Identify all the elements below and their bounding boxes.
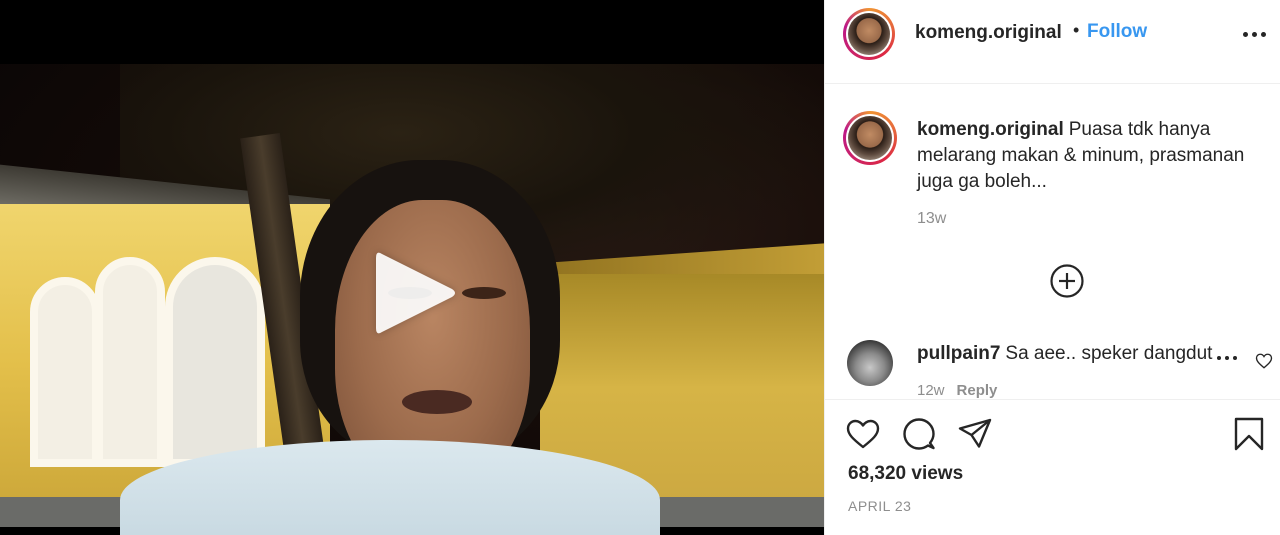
comment-options-icon[interactable]	[1217, 353, 1241, 363]
play-icon	[376, 252, 455, 334]
view-count[interactable]: 68,320 views	[848, 463, 963, 485]
commenter-avatar[interactable]	[847, 340, 893, 386]
header-username[interactable]: komeng.original	[915, 22, 1062, 44]
arch	[95, 257, 165, 467]
post-date[interactable]: APRIL 23	[848, 498, 911, 514]
like-button[interactable]	[845, 416, 881, 452]
avatar-border	[846, 114, 894, 162]
caption-username[interactable]: komeng.original	[917, 119, 1064, 140]
follow-button[interactable]: Follow	[1087, 21, 1147, 43]
share-button[interactable]	[957, 416, 993, 452]
paper-plane-icon	[958, 418, 992, 448]
person-eye	[462, 287, 506, 299]
play-button[interactable]	[370, 246, 460, 340]
comment-bubble-icon	[903, 418, 935, 450]
caption-timestamp[interactable]: 13w	[917, 210, 946, 228]
video-player[interactable]	[0, 0, 824, 535]
avatar[interactable]	[843, 8, 895, 60]
more-options-icon[interactable]	[1242, 24, 1268, 44]
post-sidebar: komeng.original • Follow komeng.original…	[824, 0, 1280, 535]
person-mouth	[402, 390, 472, 414]
action-bar	[825, 412, 1280, 458]
load-more-comments-button[interactable]	[1049, 263, 1085, 299]
heart-icon	[846, 419, 880, 449]
post-header: komeng.original • Follow	[825, 0, 1280, 84]
comments-section[interactable]: komeng.original Puasa tdk hanya melarang …	[825, 85, 1280, 400]
caption-avatar[interactable]	[843, 111, 897, 165]
comment-username[interactable]: pullpain7	[917, 343, 1000, 364]
comment-meta: 12w Reply	[917, 382, 997, 399]
reply-button[interactable]: Reply	[957, 382, 998, 399]
comment: pullpain7 Sa aee.. speker dangdut	[917, 343, 1225, 365]
bookmark-icon	[1234, 417, 1264, 451]
comment-like-icon[interactable]	[1255, 352, 1273, 370]
comment-timestamp[interactable]: 12w	[917, 382, 945, 399]
avatar-image	[848, 13, 890, 55]
arch	[165, 257, 265, 467]
comment-button[interactable]	[901, 416, 937, 452]
comment-body: Sa aee.. speker dangdut	[1005, 343, 1213, 364]
add-circle-icon	[1050, 264, 1084, 298]
caption: komeng.original Puasa tdk hanya melarang …	[917, 117, 1267, 195]
avatar-border	[846, 11, 892, 57]
avatar-image	[848, 116, 892, 160]
arch	[30, 277, 100, 467]
separator-dot: •	[1073, 20, 1080, 40]
save-button[interactable]	[1231, 416, 1267, 452]
